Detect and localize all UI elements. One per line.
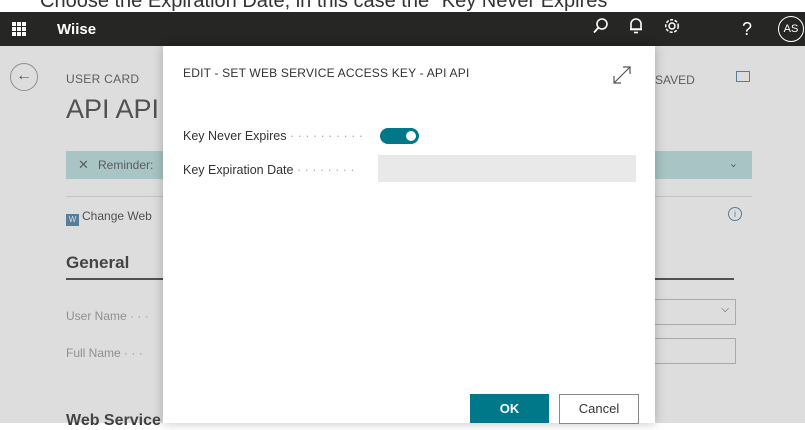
dialog-title: EDIT - SET WEB SERVICE ACCESS KEY - API … (183, 66, 470, 80)
help-icon[interactable]: ? (735, 17, 759, 41)
bell-icon[interactable] (624, 17, 648, 41)
settings-icon[interactable] (660, 17, 684, 41)
key-never-expires-label: Key Never Expires · · · · · · · · · · (183, 129, 363, 143)
app-header: Wiise ? AS (0, 12, 805, 46)
app-name[interactable]: Wiise (57, 21, 96, 38)
app-launcher-icon[interactable] (12, 22, 26, 36)
key-expiration-date-label: Key Expiration Date · · · · · · · · (183, 163, 355, 177)
instruction-text: Choose the Expiration Date, in this case… (40, 0, 615, 12)
search-icon[interactable] (589, 17, 613, 41)
expand-icon[interactable] (611, 64, 633, 86)
key-expiration-date-input[interactable] (378, 155, 636, 182)
toggle-knob (406, 131, 416, 141)
instruction-caption: Choose the Expiration Date, in this case… (0, 0, 805, 12)
cancel-button[interactable]: Cancel (559, 394, 639, 424)
avatar[interactable]: AS (778, 16, 804, 42)
key-never-expires-toggle[interactable] (380, 128, 419, 144)
ok-button[interactable]: OK (470, 394, 549, 423)
edit-access-key-dialog: EDIT - SET WEB SERVICE ACCESS KEY - API … (163, 46, 655, 424)
